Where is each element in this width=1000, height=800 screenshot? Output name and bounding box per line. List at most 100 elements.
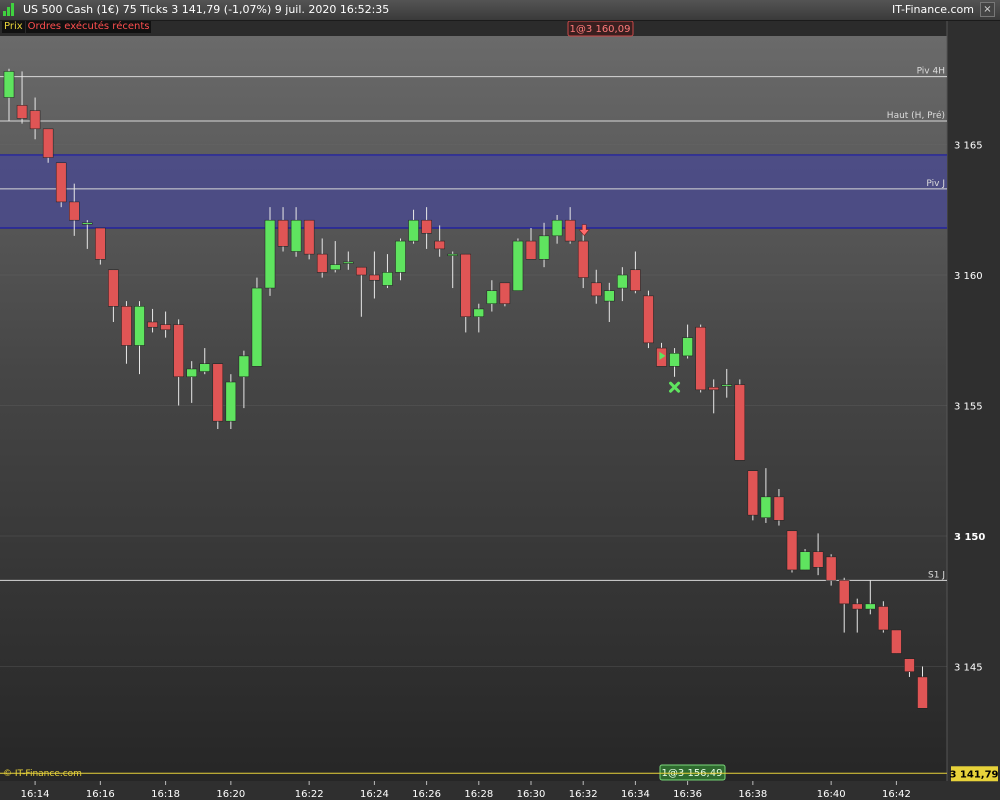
time-tick-label: 16:42 <box>882 789 911 800</box>
candle-body <box>121 306 132 346</box>
candle-body <box>434 240 445 250</box>
candle-down[interactable] <box>55 162 67 208</box>
candle-body <box>225 381 237 422</box>
candle-body <box>108 269 119 307</box>
candle-body <box>356 266 367 276</box>
candle-down[interactable] <box>747 470 759 521</box>
candle-down[interactable] <box>695 324 706 393</box>
candle-down[interactable] <box>499 282 511 307</box>
time-axis-background <box>0 781 1000 800</box>
candle-body <box>316 253 328 273</box>
price-tick-label: 3 145 <box>954 663 983 674</box>
candle-body <box>330 264 341 271</box>
order-tag-top[interactable]: 1@3 160,09 <box>567 20 634 37</box>
candle-body <box>264 219 276 289</box>
candle-body <box>617 274 628 289</box>
candle-body <box>186 368 197 378</box>
candle-down[interactable] <box>786 530 798 573</box>
candle-body <box>852 603 863 610</box>
candle-body <box>773 496 785 521</box>
candle-body <box>512 240 524 291</box>
candle-body <box>238 355 250 378</box>
candle-body <box>369 274 380 281</box>
candle-body <box>669 353 680 367</box>
time-tick-label: 16:14 <box>21 789 50 800</box>
candle-body <box>891 629 902 654</box>
close-icon[interactable]: × <box>980 2 995 17</box>
candle-body <box>630 269 641 291</box>
time-tick-label: 16:28 <box>464 789 493 800</box>
level-label: Haut (H, Pré) <box>887 110 945 121</box>
price-tick-label: 3 165 <box>954 141 983 152</box>
candle-up[interactable] <box>225 374 237 429</box>
price-tag[interactable]: Prix <box>2 21 25 33</box>
orders-tag[interactable]: Ordres exécutés récents <box>25 21 152 33</box>
brand-label: IT-Finance.com <box>892 3 974 16</box>
candle-body <box>604 290 615 302</box>
time-tick-label: 16:38 <box>738 789 767 800</box>
candle-body <box>42 128 54 158</box>
candle-body <box>825 556 837 581</box>
candle-body <box>199 363 210 372</box>
candle-body <box>786 530 798 571</box>
price-tick-label: 3 150 <box>954 532 985 543</box>
candle-body <box>447 253 458 256</box>
candle-up[interactable] <box>251 277 263 367</box>
candle-body <box>29 110 41 130</box>
candle-body <box>473 308 485 318</box>
candle-body <box>343 261 354 264</box>
level-label: Piv J <box>926 179 945 189</box>
time-tick-label: 16:36 <box>673 789 702 800</box>
candle-body <box>838 580 850 605</box>
window-title: US 500 Cash (1€) 75 Ticks 3 141,79 (-1,0… <box>23 3 390 16</box>
price-chart[interactable]: Piv 4H Haut (H, Pré) Piv J S1 J 3 165 3 160 3… <box>0 0 1000 800</box>
candle-body <box>421 219 432 234</box>
plot-background <box>0 36 947 781</box>
candle-down[interactable] <box>212 363 224 429</box>
candle-body <box>695 326 706 391</box>
candle-body <box>917 676 928 709</box>
candle-body <box>173 324 184 378</box>
candle-down[interactable] <box>734 379 746 461</box>
candle-body <box>799 551 811 571</box>
candle-body <box>708 386 719 391</box>
candle-body <box>251 287 263 367</box>
candle-body <box>564 219 576 242</box>
candle-body <box>591 282 602 297</box>
candle-body <box>3 71 15 98</box>
candle-down[interactable] <box>891 629 902 654</box>
price-tick-label: 3 155 <box>954 402 983 413</box>
candle-body <box>212 363 224 422</box>
title-bar: US 500 Cash (1€) 75 Ticks 3 141,79 (-1,0… <box>0 0 1000 21</box>
candle-down[interactable] <box>42 128 54 163</box>
candle-body <box>682 337 693 357</box>
candle-body <box>395 240 406 273</box>
candle-down[interactable] <box>643 290 654 349</box>
time-tick-label: 16:16 <box>86 789 115 800</box>
candle-body <box>538 235 550 260</box>
time-tick-label: 16:34 <box>621 789 650 800</box>
price-tick-label: 3 160 <box>954 271 983 282</box>
candle-body <box>760 496 772 518</box>
time-tick-label: 16:22 <box>295 789 324 800</box>
candle-body <box>55 162 67 203</box>
time-tick-label: 16:20 <box>216 789 245 800</box>
order-tag-top-label: 1@3 160,09 <box>570 24 631 35</box>
candle-body <box>878 606 889 631</box>
time-tick-label: 16:30 <box>517 789 546 800</box>
candle-up[interactable] <box>799 549 811 571</box>
chart-tags: Prix Ordres exécutés récents <box>2 21 152 33</box>
candle-body <box>290 219 302 252</box>
candle-down[interactable] <box>303 219 315 260</box>
candle-body <box>812 551 824 568</box>
candle-down[interactable] <box>95 227 106 265</box>
level-label: Piv 4H <box>917 67 945 77</box>
candle-body <box>460 253 471 318</box>
candle-body <box>721 384 732 387</box>
candle-up[interactable] <box>512 238 524 291</box>
time-tick-label: 16:26 <box>412 789 441 800</box>
candle-up[interactable] <box>264 207 276 296</box>
pivot-zone <box>0 154 947 229</box>
candle-body <box>408 219 419 242</box>
order-tag-bottom[interactable]: 1@3 156,49 <box>659 764 726 781</box>
